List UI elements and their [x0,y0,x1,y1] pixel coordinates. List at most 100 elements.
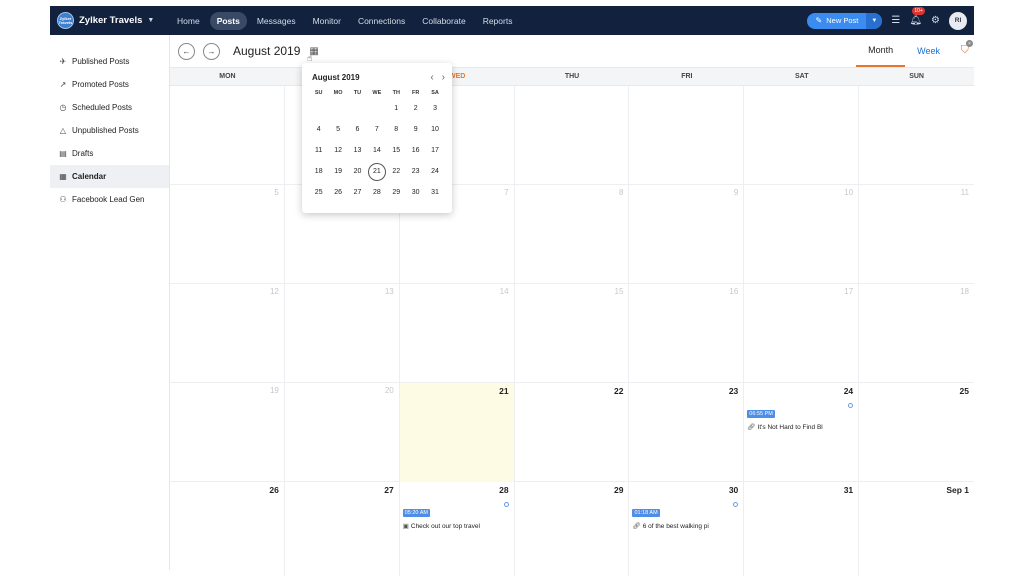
calendar-day-cell[interactable]: 8 [515,185,630,284]
datepicker-day[interactable]: 17 [425,147,444,154]
calendar-day-cell[interactable]: 14 [400,284,515,383]
prev-month-button[interactable]: ← [178,42,195,60]
notifications-bell-icon[interactable]: 🔔︎ 10+ [909,7,925,26]
datepicker-day[interactable]: 23 [406,168,425,175]
calendar-day-cell[interactable]: 19 [170,383,285,482]
calendar-day-cell[interactable]: 18 [859,284,974,383]
calendar-day-cell[interactable]: 29 [515,482,630,576]
drafts-icon: ▤ [59,149,67,158]
datepicker-day[interactable]: 19 [328,168,347,175]
datepicker-day[interactable]: 1 [387,105,406,112]
nav-item-reports[interactable]: Reports [476,12,520,30]
datepicker-day[interactable]: 22 [387,168,406,175]
calendar-day-cell[interactable] [859,86,974,185]
datepicker-day[interactable]: 3 [425,105,444,112]
nav-item-messages[interactable]: Messages [250,12,303,30]
sidebar-item-drafts[interactable]: ▤ Drafts [50,142,169,165]
datepicker-day[interactable]: 26 [328,189,347,196]
calendar-day-cell[interactable]: 28 05:20 AM ▣ Check out our top travel [400,482,515,576]
calendar-day-cell[interactable] [744,86,860,185]
datepicker-day[interactable]: 15 [387,147,406,154]
datepicker-day[interactable]: 29 [387,189,406,196]
nav-item-collaborate[interactable]: Collaborate [415,12,472,30]
calendar-day-cell[interactable] [629,86,745,185]
clear-filter-icon[interactable]: × [966,40,973,47]
calendar-day-cell[interactable]: 27 [285,482,400,576]
calendar-day-cell[interactable]: 21 [399,383,515,482]
sidebar-item-unpublished-posts[interactable]: △ Unpublished Posts [50,119,169,142]
sidebar-item-published-posts[interactable]: ✈ Published Posts [50,50,169,73]
calendar-day-cell[interactable]: 26 [170,482,285,576]
calendar-day-cell[interactable]: 20 [285,383,400,482]
datepicker-day[interactable]: 7 [367,126,386,133]
tab-week[interactable]: Week [905,35,952,67]
scheduled-post[interactable]: 06:55 PM 🔗︎ It's Not Hard to Find Bl [747,402,854,431]
datepicker-day[interactable]: 9 [406,126,425,133]
datepicker-day[interactable]: 2 [406,105,425,112]
chevron-left-icon[interactable]: ‹ [430,72,433,83]
calendar-day-cell[interactable]: 30 01:18 AM 🔗︎ 6 of the best walking pi [629,482,745,576]
new-post-dropdown-icon[interactable]: ▼ [866,12,883,29]
datepicker-day[interactable]: 24 [425,168,444,175]
tab-month[interactable]: Month [856,35,906,67]
calendar-day-cell[interactable]: 17 [744,284,860,383]
calendar-day-cell[interactable]: 22 [515,383,630,482]
datepicker-day[interactable]: 11 [309,147,328,154]
calendar-day-cell[interactable]: 31 [744,482,860,576]
brand-switcher[interactable]: Zylker Travels Zylker Travels ▼ [50,12,170,29]
datepicker-day[interactable]: 10 [425,126,444,133]
datepicker-day[interactable]: 4 [309,126,328,133]
scheduled-post[interactable]: 01:18 AM 🔗︎ 6 of the best walking pi [632,501,739,530]
datepicker-day[interactable]: 8 [387,126,406,133]
datepicker-weekday: MO [333,90,343,96]
brand-name: Zylker Travels [79,15,143,26]
datepicker-day[interactable]: 20 [348,168,367,175]
next-month-button[interactable]: → [203,42,220,60]
sidebar-item-promoted-posts[interactable]: ↗ Promoted Posts [50,73,169,96]
sidebar-item-scheduled-posts[interactable]: ◷ Scheduled Posts [50,96,169,119]
filter-icon[interactable]: ⛉ × [961,40,973,57]
datepicker-day[interactable]: 30 [406,189,425,196]
calendar-day-cell[interactable]: 24 06:55 PM 🔗︎ It's Not Hard to Find Bl [744,383,860,482]
datepicker-day[interactable]: 5 [328,126,347,133]
calendar-day-cell[interactable]: 12 [170,284,285,383]
gear-icon[interactable]: ⚙ [931,15,940,26]
month-title: August 2019 [233,44,301,58]
calendar-day-cell[interactable]: 23 [629,383,745,482]
datepicker-day[interactable]: 14 [367,147,386,154]
day-number: 31 [843,485,854,495]
sidebar-item-facebook-lead-gen[interactable]: ⚇ Facebook Lead Gen [50,188,169,211]
calendar-day-cell[interactable]: Sep 1 [859,482,974,576]
datepicker-day[interactable]: 16 [406,147,425,154]
calendar-day-cell[interactable]: 15 [515,284,630,383]
calendar-day-cell[interactable]: 9 [629,185,745,284]
datepicker-day[interactable]: 13 [348,147,367,154]
nav-item-posts[interactable]: Posts [209,11,247,30]
datepicker-day-selected[interactable]: 21 [367,162,386,181]
scheduled-post[interactable]: 05:20 AM ▣ Check out our top travel [402,501,509,530]
sidebar-item-calendar[interactable]: ▦ Calendar [50,165,169,188]
link-icon: 🔗︎ [747,424,756,431]
nav-item-connections[interactable]: Connections [351,12,412,30]
nav-item-home[interactable]: Home [170,12,207,30]
chevron-right-icon[interactable]: › [442,72,445,83]
datepicker-day[interactable]: 6 [348,126,367,133]
new-post-button[interactable]: ✎ New Post ▼ [806,12,883,29]
calendar-day-cell[interactable] [170,86,285,185]
calendar-day-cell[interactable] [515,86,630,185]
nav-item-monitor[interactable]: Monitor [306,12,348,30]
calendar-day-cell[interactable]: 5 [170,185,285,284]
datepicker-day[interactable]: 25 [309,189,328,196]
menu-list-icon[interactable]: ☰ [891,15,900,26]
calendar-day-cell[interactable]: 25 [859,383,974,482]
avatar[interactable]: RI [949,11,967,30]
calendar-day-cell[interactable]: 10 [744,185,860,284]
datepicker-day[interactable]: 18 [309,168,328,175]
datepicker-day[interactable]: 31 [425,189,444,196]
calendar-day-cell[interactable]: 13 [285,284,400,383]
calendar-day-cell[interactable]: 11 [859,185,974,284]
calendar-day-cell[interactable]: 16 [629,284,745,383]
datepicker-day[interactable]: 28 [367,189,386,196]
datepicker-day[interactable]: 27 [348,189,367,196]
datepicker-day[interactable]: 12 [328,147,347,154]
